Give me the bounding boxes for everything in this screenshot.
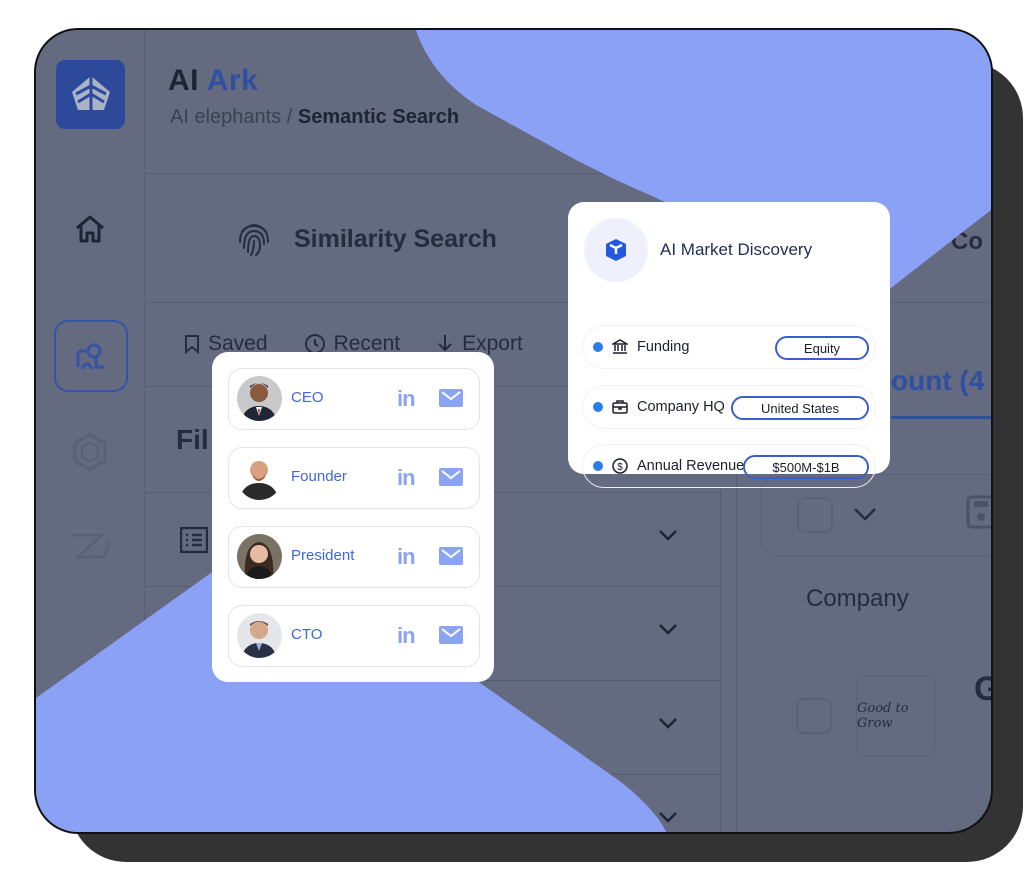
avatar — [237, 613, 282, 658]
avatar — [237, 455, 282, 500]
linkedin-icon[interactable]: in — [397, 544, 416, 570]
contact-role: President — [291, 547, 355, 564]
contact-item[interactable]: President in — [228, 526, 480, 588]
avatar — [237, 376, 282, 421]
filter-value-pill[interactable]: $500M-$1B — [743, 455, 869, 479]
status-dot — [593, 342, 603, 352]
briefcase-icon — [611, 399, 629, 415]
mail-icon[interactable] — [439, 468, 463, 486]
status-dot — [593, 461, 603, 471]
linkedin-icon[interactable]: in — [397, 623, 416, 649]
dollar-icon: $ — [611, 458, 629, 474]
filter-label: Company HQ — [637, 399, 725, 415]
status-dot — [593, 402, 603, 412]
discovery-icon-wrap — [584, 218, 648, 282]
contacts-card: CEO in Founder in President in CTO in — [212, 352, 494, 682]
filter-value-pill[interactable]: Equity — [775, 336, 869, 360]
filter-annual-revenue[interactable]: $ Annual Revenue $500M-$1B — [582, 444, 876, 488]
contact-item[interactable]: CTO in — [228, 605, 480, 667]
contact-role: Founder — [291, 468, 347, 485]
mail-icon[interactable] — [439, 547, 463, 565]
contact-item[interactable]: CEO in — [228, 368, 480, 430]
app-window: AI Ark AI elephants / Semantic Search Si… — [34, 28, 993, 834]
filter-label: Annual Revenue — [637, 458, 745, 474]
mail-icon[interactable] — [439, 626, 463, 644]
discovery-title: AI Market Discovery — [660, 240, 813, 259]
app-background: AI Ark AI elephants / Semantic Search Si… — [36, 30, 991, 832]
filter-label: Funding — [637, 339, 690, 355]
linkedin-icon[interactable]: in — [397, 386, 416, 412]
filter-company-hq[interactable]: Company HQ United States — [582, 385, 876, 429]
bank-icon — [611, 339, 629, 355]
svg-text:$: $ — [617, 462, 623, 473]
filter-value-pill[interactable]: United States — [731, 396, 869, 420]
market-discovery-card: AI Market Discovery Funding Equity Compa… — [568, 202, 890, 488]
cube-icon — [606, 239, 626, 261]
contact-role: CEO — [291, 389, 324, 406]
mail-icon[interactable] — [439, 389, 463, 407]
contact-item[interactable]: Founder in — [228, 447, 480, 509]
contact-role: CTO — [291, 626, 323, 643]
avatar — [237, 534, 282, 579]
linkedin-icon[interactable]: in — [397, 465, 416, 491]
filter-funding[interactable]: Funding Equity — [582, 325, 876, 369]
